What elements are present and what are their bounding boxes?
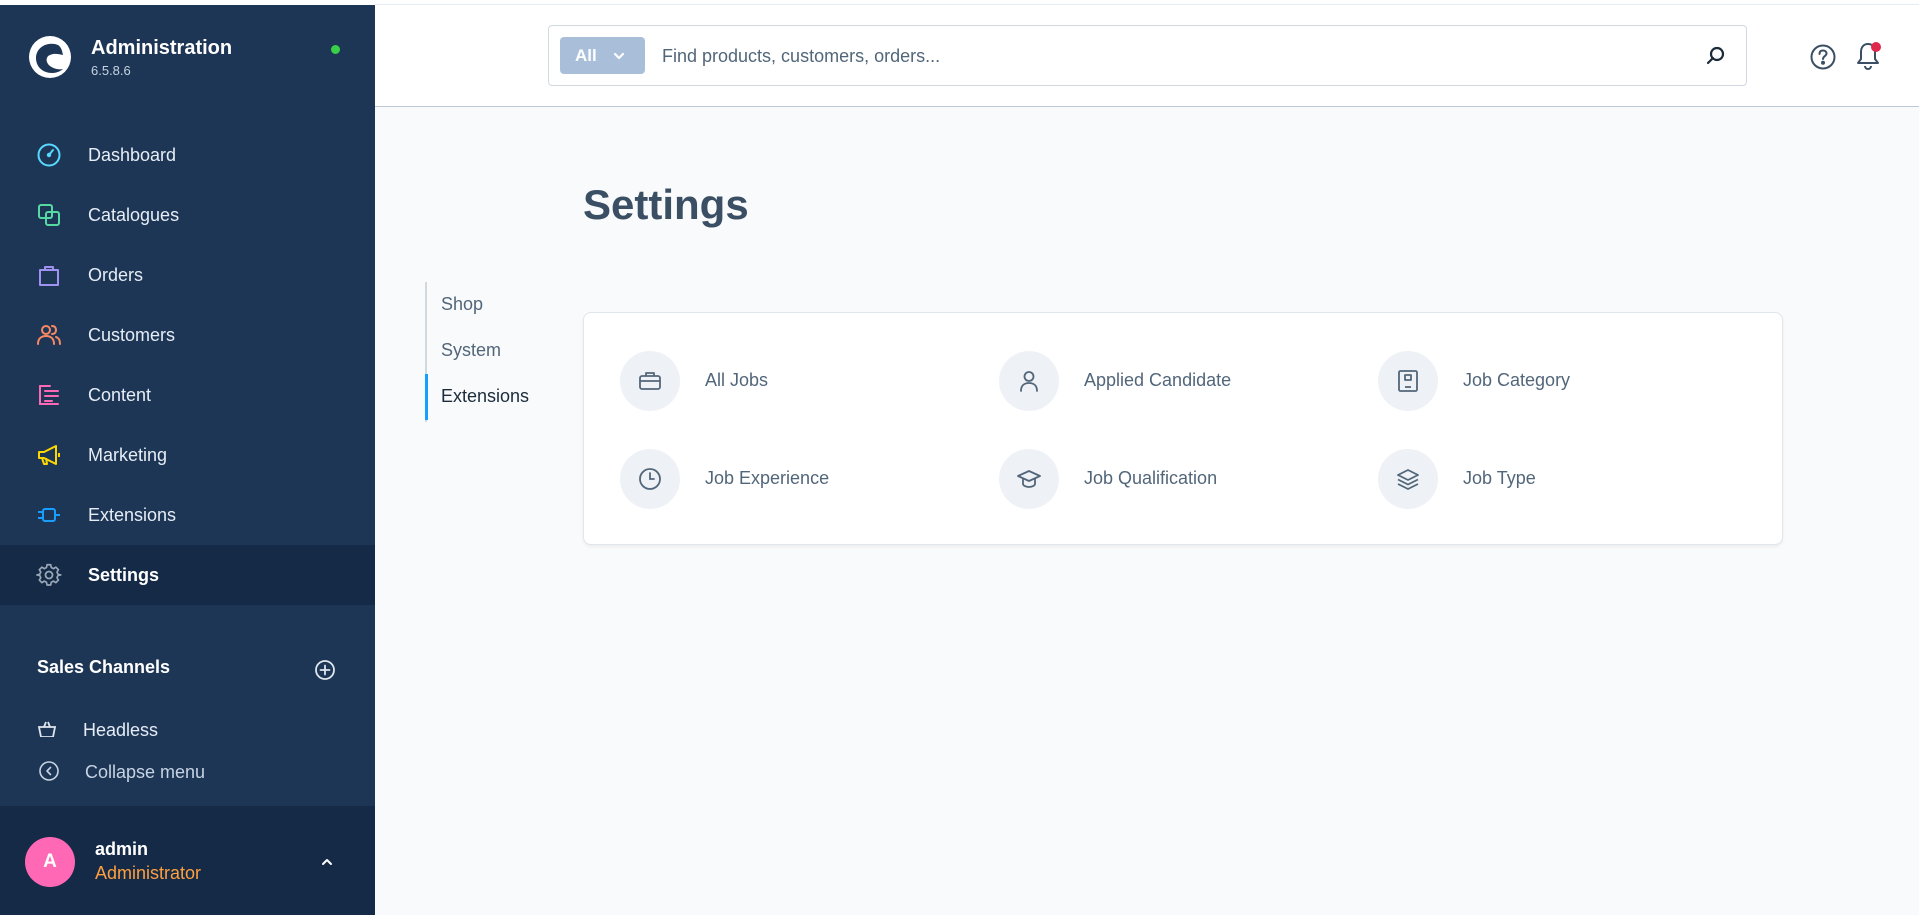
search-type-label: All [575, 46, 597, 65]
extension-job-type[interactable]: Job Type [1378, 449, 1728, 513]
sidebar-item-extensions[interactable]: Extensions [0, 485, 375, 545]
icon-circle [1378, 449, 1438, 509]
clock-icon [639, 468, 661, 490]
sidebar-item-settings[interactable]: Settings [0, 545, 375, 605]
tab-shop[interactable]: Shop [427, 282, 557, 328]
user-name: admin [95, 839, 149, 859]
tab-label: Shop [441, 294, 484, 314]
chevron-down-icon [613, 52, 625, 60]
layers-icon [1397, 469, 1419, 490]
gear-icon [36, 563, 62, 586]
sidebar-item-label: Settings [88, 565, 160, 585]
category-icon [1398, 370, 1418, 392]
extensions-card: All Jobs Applied Candidate Job Category [583, 312, 1783, 545]
sidebar-item-catalogues[interactable]: Catalogues [0, 185, 375, 245]
tab-extensions[interactable]: Extensions [425, 374, 555, 420]
extension-applied-candidate[interactable]: Applied Candidate [999, 351, 1349, 415]
megaphone-icon [38, 445, 60, 465]
tab-system[interactable]: System [427, 328, 557, 374]
main-content: Settings Shop System Extensions All Jobs [375, 107, 1919, 915]
notification-badge [1871, 42, 1881, 52]
brand-header: Administration 6.5.8.6 [0, 5, 375, 105]
sidebar-item-label: Catalogues [88, 205, 180, 225]
person-icon [1020, 371, 1038, 392]
orders-bag-icon [39, 266, 59, 286]
collapse-menu-button[interactable]: Collapse menu [0, 740, 375, 800]
catalogue-icon [38, 204, 60, 226]
sales-channels-heading: Sales Channels [37, 657, 171, 677]
icon-circle [620, 449, 680, 509]
tab-label: System [441, 340, 502, 360]
global-search: All [548, 25, 1747, 86]
briefcase-icon [639, 372, 661, 390]
app-title: Administration [91, 37, 233, 59]
chevron-left-circle-icon [39, 761, 59, 781]
search-input[interactable] [662, 40, 1662, 72]
icon-circle [999, 449, 1059, 509]
extension-label: Job Category [1463, 370, 1571, 390]
search-icon[interactable] [1704, 44, 1728, 68]
app-version: 6.5.8.6 [91, 63, 131, 78]
sidebar-item-customers[interactable]: Customers [0, 305, 375, 365]
search-type-dropdown[interactable]: All [560, 37, 645, 74]
dashboard-icon [37, 143, 61, 167]
sidebar-item-label: Marketing [88, 445, 168, 465]
sidebar-item-orders[interactable]: Orders [0, 245, 375, 305]
icon-circle [620, 351, 680, 411]
avatar: A [25, 837, 75, 887]
shopware-logo-icon [29, 36, 71, 78]
tab-label: Extensions [441, 386, 530, 406]
chevron-up-icon[interactable] [318, 853, 336, 871]
sidebar-item-marketing[interactable]: Marketing [0, 425, 375, 485]
extension-job-qualification[interactable]: Job Qualification [999, 449, 1349, 513]
sidebar-item-content[interactable]: Content [0, 365, 375, 425]
graduation-cap-icon [1017, 470, 1041, 488]
extension-job-category[interactable]: Job Category [1378, 351, 1728, 415]
customers-icon [37, 325, 61, 345]
sidebar-item-label: Orders [88, 265, 144, 285]
icon-circle [1378, 351, 1438, 411]
sidebar-item-label: Customers [88, 325, 176, 345]
user-panel[interactable]: A admin Administrator [0, 806, 375, 915]
extension-job-experience[interactable]: Job Experience [620, 449, 970, 513]
sidebar: Administration 6.5.8.6 Dashboard Catalog… [0, 5, 375, 915]
sales-channel-headless[interactable]: Headless [0, 707, 375, 737]
extension-label: Job Qualification [1084, 468, 1218, 488]
top-bar: All [375, 5, 1919, 107]
settings-tabs: Shop System Extensions [425, 282, 555, 422]
sidebar-item-label: Extensions [88, 505, 177, 525]
basket-icon [37, 721, 57, 737]
sidebar-item-label: Dashboard [88, 145, 177, 165]
extension-label: Job Experience [705, 468, 830, 488]
extension-label: Job Type [1463, 468, 1536, 488]
content-icon [39, 385, 59, 405]
plug-icon [38, 508, 60, 522]
sidebar-item-label: Content [88, 385, 152, 405]
add-sales-channel-icon[interactable] [314, 659, 336, 681]
extension-label: Applied Candidate [1084, 370, 1232, 390]
user-role: Administrator [95, 863, 202, 883]
extension-label: All Jobs [705, 370, 769, 390]
sales-channel-label: Headless [83, 720, 159, 737]
help-icon[interactable] [1809, 43, 1837, 71]
page-title: Settings [583, 181, 749, 228]
icon-circle [999, 351, 1059, 411]
status-indicator [331, 45, 340, 54]
collapse-menu-label: Collapse menu [85, 762, 206, 782]
sidebar-item-dashboard[interactable]: Dashboard [0, 125, 375, 185]
extension-all-jobs[interactable]: All Jobs [620, 351, 970, 415]
